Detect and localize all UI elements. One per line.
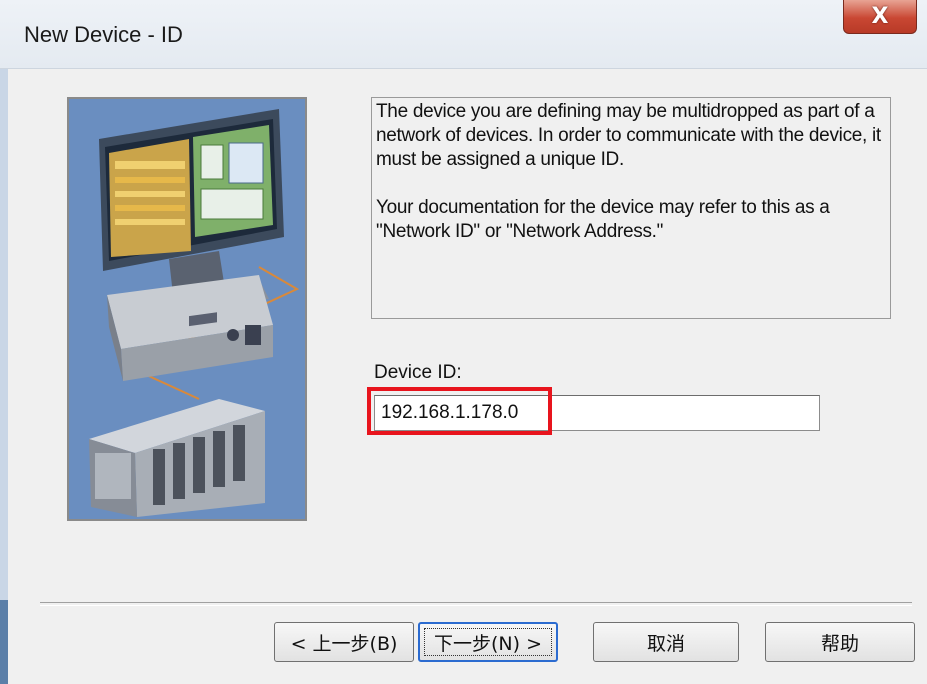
window-title: New Device - ID xyxy=(24,22,183,47)
next-button[interactable]: 下一步(N) > xyxy=(418,622,558,662)
description-panel: The device you are defining may be multi… xyxy=(371,97,891,319)
close-button[interactable]: X xyxy=(843,0,917,34)
button-separator xyxy=(40,602,912,606)
description-paragraph-1: The device you are defining may be multi… xyxy=(376,101,881,170)
computer-and-plc-icon xyxy=(89,109,300,517)
help-button[interactable]: 帮助 xyxy=(765,622,915,662)
device-id-input[interactable] xyxy=(374,395,820,431)
desktop-edge-dark xyxy=(0,600,8,684)
cancel-button[interactable]: 取消 xyxy=(593,622,739,662)
computer-and-plc-illustration xyxy=(67,97,307,521)
back-button[interactable]: < 上一步(B) xyxy=(274,622,414,662)
device-id-label: Device ID: xyxy=(374,362,462,383)
title-bar: New Device - ID X xyxy=(0,0,927,69)
close-icon: X xyxy=(871,4,889,29)
description-paragraph-2: Your documentation for the device may re… xyxy=(376,197,830,242)
desktop-edge xyxy=(0,0,8,684)
focus-rectangle xyxy=(424,628,552,656)
